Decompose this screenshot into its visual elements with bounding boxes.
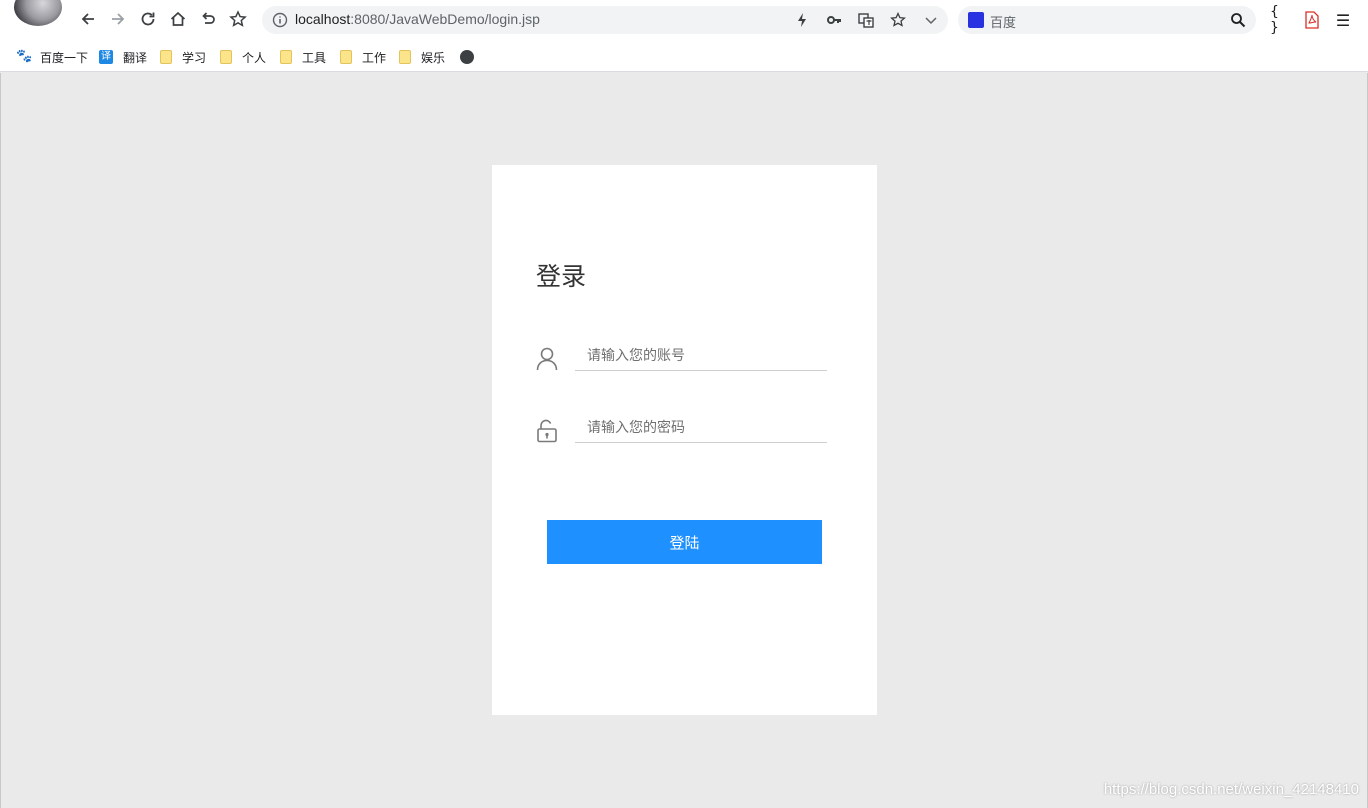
forward-button[interactable] <box>107 8 129 30</box>
bookmark-folder-tools[interactable]: 工具 <box>280 48 326 66</box>
bookmark-translate[interactable]: 译 翻译 <box>99 48 147 66</box>
star-icon <box>229 10 247 27</box>
url-text[interactable]: localhost:8080/JavaWebDemo/login.jsp <box>295 11 540 27</box>
folder-icon <box>340 50 352 64</box>
reload-button[interactable] <box>137 8 159 30</box>
bookmark-label: 工具 <box>302 50 327 65</box>
bookmark-globe[interactable] <box>460 48 484 66</box>
login-card: 登录 登陆 <box>492 165 877 715</box>
profile-avatar[interactable] <box>14 0 62 26</box>
bookmark-folder-study[interactable]: 学习 <box>160 48 206 66</box>
devtools-extension-button[interactable]: { } <box>1270 4 1290 36</box>
unlock-icon <box>537 419 557 443</box>
globe-icon <box>460 50 474 64</box>
bookmarks-bar: 🐾 百度一下 译 翻译 学习 个人 工具 工作 娱乐 <box>0 40 1368 72</box>
back-arrow-icon <box>81 13 94 25</box>
url-path: :8080/JavaWebDemo/login.jsp <box>350 11 540 27</box>
address-bar[interactable]: localhost:8080/JavaWebDemo/login.jsp <box>262 6 948 34</box>
favorite-star-icon[interactable] <box>890 12 906 28</box>
chevron-down-icon[interactable] <box>923 12 939 28</box>
home-button[interactable] <box>167 8 189 30</box>
folder-icon <box>220 50 232 64</box>
folder-icon <box>280 50 292 64</box>
baidu-search-icon <box>968 12 984 28</box>
bookmark-label: 工作 <box>362 50 387 65</box>
key-icon[interactable] <box>826 12 842 28</box>
search-placeholder: 百度 <box>990 16 1017 31</box>
pdf-icon <box>1305 11 1319 29</box>
back-button[interactable] <box>77 8 99 30</box>
user-icon <box>536 347 558 371</box>
bookmark-star-button[interactable] <box>227 8 249 30</box>
login-title: 登录 <box>536 262 587 291</box>
site-info-icon[interactable] <box>272 12 288 28</box>
search-icon[interactable] <box>1230 12 1246 28</box>
bookmark-folder-personal[interactable]: 个人 <box>220 48 266 66</box>
reload-icon <box>141 12 155 26</box>
page-content: 登录 登陆 https://blog.csdn.net/weixin_42148… <box>0 73 1368 808</box>
url-host: localhost <box>295 11 351 27</box>
translate-icon: 译 <box>99 50 113 64</box>
password-input[interactable] <box>575 413 827 443</box>
browser-menu-button[interactable]: ☰ <box>1333 10 1353 30</box>
undo-close-tab-button[interactable] <box>197 8 219 30</box>
bookmark-folder-entertainment[interactable]: 娱乐 <box>399 48 445 66</box>
lightning-icon[interactable] <box>794 12 810 28</box>
bookmark-label: 百度一下 <box>40 50 89 65</box>
bookmark-label: 个人 <box>242 50 267 65</box>
baidu-paw-icon: 🐾 <box>16 49 33 64</box>
bookmark-label: 学习 <box>182 50 207 65</box>
pdf-extension-button[interactable] <box>1302 10 1322 30</box>
bookmark-baidu[interactable]: 🐾 百度一下 <box>16 48 88 66</box>
username-input[interactable] <box>575 341 827 371</box>
bookmark-label: 娱乐 <box>421 50 446 65</box>
watermark: https://blog.csdn.net/weixin_42148410 <box>1103 781 1359 798</box>
folder-icon <box>399 50 411 64</box>
folder-icon <box>160 50 172 64</box>
undo-icon <box>202 12 215 24</box>
bookmark-label: 翻译 <box>123 50 148 65</box>
home-icon <box>170 11 186 26</box>
translate-page-icon[interactable] <box>858 12 874 28</box>
forward-arrow-icon <box>112 13 125 25</box>
bookmark-folder-work[interactable]: 工作 <box>340 48 386 66</box>
search-bar[interactable]: 百度 <box>958 6 1256 34</box>
login-button[interactable]: 登陆 <box>547 520 822 564</box>
browser-toolbar: localhost:8080/JavaWebDemo/login.jsp 百度 … <box>0 0 1368 40</box>
